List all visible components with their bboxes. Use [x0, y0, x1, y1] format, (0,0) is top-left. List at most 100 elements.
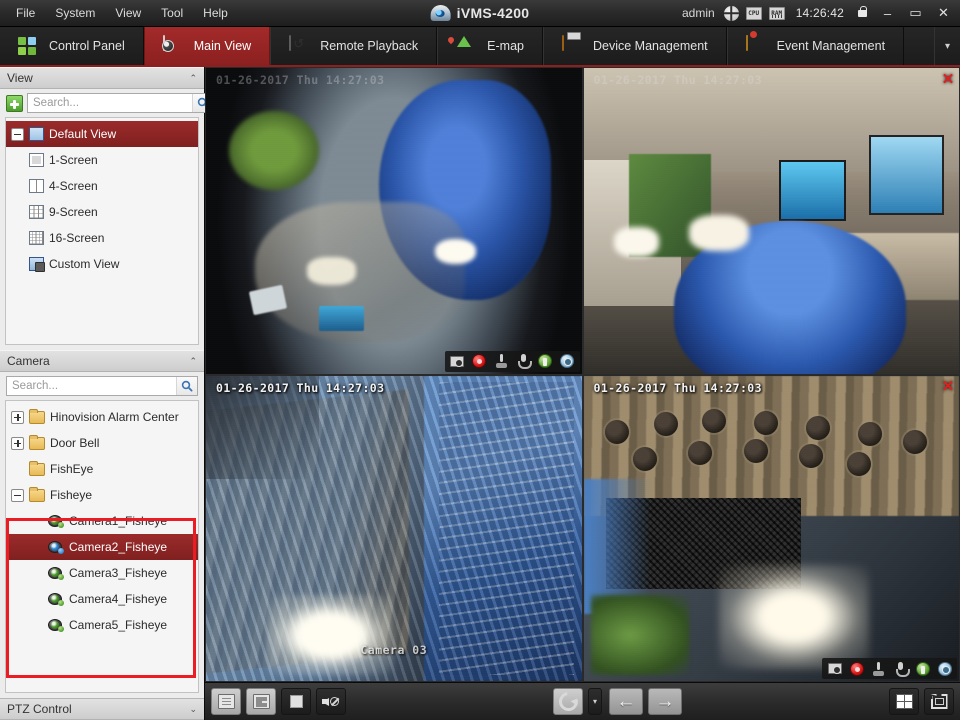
arrow-left-icon: ←	[617, 692, 636, 711]
add-view-button[interactable]	[6, 95, 23, 112]
tab-event-management[interactable]: Event Management	[727, 27, 904, 65]
tab-emap[interactable]: E-map	[437, 27, 543, 65]
audio-icon[interactable]	[536, 353, 555, 370]
capture-all-button[interactable]	[211, 688, 241, 715]
video-cell-close-icon[interactable]: ✕	[940, 71, 956, 87]
video-cell-bottom-right[interactable]: 01-26-2017 Thu 14:27:03 ✕	[584, 376, 960, 682]
globe-icon[interactable]	[724, 6, 739, 21]
view-search-input[interactable]	[28, 94, 192, 112]
maximize-button[interactable]: ▭	[905, 4, 926, 23]
view-tree[interactable]: Default View 1-Screen 4-Screen 9-Screen …	[5, 117, 199, 345]
tree-item-fisheye-group[interactable]: Fisheye	[6, 482, 198, 508]
tree-item-1-screen[interactable]: 1-Screen	[6, 147, 198, 173]
camera-panel-chevron-up-icon[interactable]: ⌃	[189, 356, 197, 367]
menu-system[interactable]: System	[45, 0, 105, 26]
layout-button[interactable]	[889, 688, 919, 715]
microphone-icon[interactable]	[891, 660, 910, 677]
menu-bar: File System View Tool Help	[0, 0, 238, 26]
tree-item-label: Fisheye	[50, 488, 92, 502]
multi-capture-button[interactable]	[246, 688, 276, 715]
tree-item-camera1-fisheye[interactable]: Camera1_Fisheye	[6, 508, 198, 534]
tree-item-default-view[interactable]: Default View	[6, 121, 198, 147]
control-panel-icon	[18, 36, 40, 56]
tab-device-management[interactable]: Device Management	[543, 27, 727, 65]
tree-item-hinovision-alarm-center[interactable]: Hinovision Alarm Center	[6, 404, 198, 430]
capture-icon[interactable]	[448, 353, 467, 370]
video-cell-top-right[interactable]: 01-26-2017 Thu 14:27:03 ✕	[584, 68, 960, 374]
record-icon[interactable]	[847, 660, 866, 677]
video-cell-bottom-left[interactable]: 01-26-2017 Thu 14:27:03 Camera 03	[206, 376, 582, 682]
tree-item-camera4-fisheye[interactable]: Camera4_Fisheye	[6, 586, 198, 612]
tab-control-panel[interactable]: Control Panel	[0, 27, 144, 65]
screen-4-icon	[29, 179, 44, 193]
cpu-icon[interactable]: CPU	[746, 7, 762, 20]
view-search-box[interactable]	[27, 93, 214, 113]
tree-item-fisheye-group-upper[interactable]: FishEye	[6, 456, 198, 482]
camera-panel-header[interactable]: Camera ⌃	[0, 350, 204, 372]
tree-item-9-screen[interactable]: 9-Screen	[6, 199, 198, 225]
tree-item-custom-view[interactable]: Custom View	[6, 251, 198, 277]
camera-tree[interactable]: Hinovision Alarm Center Door Bell FishEy…	[5, 400, 199, 693]
expander-minus-icon[interactable]	[11, 128, 24, 141]
expander-plus-icon[interactable]	[11, 437, 24, 450]
stop-all-button[interactable]	[281, 688, 311, 715]
expander-plus-icon[interactable]	[11, 411, 24, 424]
fullscreen-button[interactable]	[924, 688, 954, 715]
mute-button[interactable]	[316, 688, 346, 715]
camera-search-box[interactable]	[6, 376, 198, 396]
clock-label: 14:26:42	[796, 6, 844, 20]
ptz-panel-title: PTZ Control	[7, 702, 189, 716]
camera-icon-active	[47, 540, 64, 554]
tab-remote-playback[interactable]: Remote Playback	[270, 27, 437, 65]
tree-item-camera2-fisheye[interactable]: Camera2_Fisheye	[6, 534, 198, 560]
expander-minus-icon[interactable]	[11, 489, 24, 502]
tree-item-label: FishEye	[50, 462, 93, 476]
tab-control-panel-label: Control Panel	[49, 39, 125, 53]
ram-icon[interactable]: RAM	[769, 7, 785, 20]
tab-main-view[interactable]: Main View	[144, 27, 270, 65]
capture-icon[interactable]	[825, 660, 844, 677]
video-cell-close-icon[interactable]: ✕	[940, 379, 956, 395]
next-page-button[interactable]: →	[648, 688, 682, 715]
search-icon[interactable]	[176, 377, 197, 395]
minimize-button[interactable]: –	[877, 4, 898, 23]
tree-item-label: Custom View	[49, 257, 119, 271]
microphone-icon[interactable]	[514, 353, 533, 370]
lock-icon[interactable]	[855, 6, 870, 21]
menu-view[interactable]: View	[105, 0, 151, 26]
settings-icon[interactable]	[558, 353, 577, 370]
app-logo-icon	[431, 5, 451, 21]
record-icon[interactable]	[470, 353, 489, 370]
refresh-button[interactable]	[553, 688, 583, 715]
ptz-panel-header[interactable]: PTZ Control ⌄	[0, 698, 204, 720]
tree-item-camera3-fisheye[interactable]: Camera3_Fisheye	[6, 560, 198, 586]
camera-panel-title: Camera	[7, 354, 189, 368]
settings-icon[interactable]	[935, 660, 954, 677]
camera-search-input[interactable]	[7, 377, 176, 395]
refresh-dropdown-chevron-down-icon[interactable]: ▾	[588, 688, 602, 715]
menu-tool[interactable]: Tool	[151, 0, 193, 26]
ptz-icon[interactable]	[869, 660, 888, 677]
folder-icon	[29, 437, 45, 450]
tab-overflow-chevron-down-icon[interactable]: ▾	[934, 27, 960, 65]
video-cell-top-left[interactable]: 01-26-2017 Thu 14:27:03	[206, 68, 582, 374]
tree-item-label: 4-Screen	[49, 179, 98, 193]
tree-item-16-screen[interactable]: 16-Screen	[6, 225, 198, 251]
audio-icon[interactable]	[913, 660, 932, 677]
tree-item-door-bell[interactable]: Door Bell	[6, 430, 198, 456]
ptz-icon[interactable]	[492, 353, 511, 370]
video-camera-label: Camera 03	[360, 643, 427, 657]
tree-item-4-screen[interactable]: 4-Screen	[6, 173, 198, 199]
view-panel-header[interactable]: View ⌃	[0, 67, 204, 89]
video-timestamp: 01-26-2017 Thu 14:27:03	[594, 381, 762, 395]
tree-item-label: Camera4_Fisheye	[69, 592, 167, 606]
ptz-panel-chevron-down-icon[interactable]: ⌄	[189, 704, 197, 715]
emap-icon	[456, 36, 478, 56]
close-button[interactable]: ✕	[933, 4, 954, 23]
menu-help[interactable]: Help	[193, 0, 238, 26]
menu-file[interactable]: File	[6, 0, 45, 26]
tab-event-management-label: Event Management	[777, 39, 885, 53]
previous-page-button[interactable]: ←	[609, 688, 643, 715]
view-panel-chevron-up-icon[interactable]: ⌃	[189, 73, 197, 84]
tree-item-camera5-fisheye[interactable]: Camera5_Fisheye	[6, 612, 198, 638]
